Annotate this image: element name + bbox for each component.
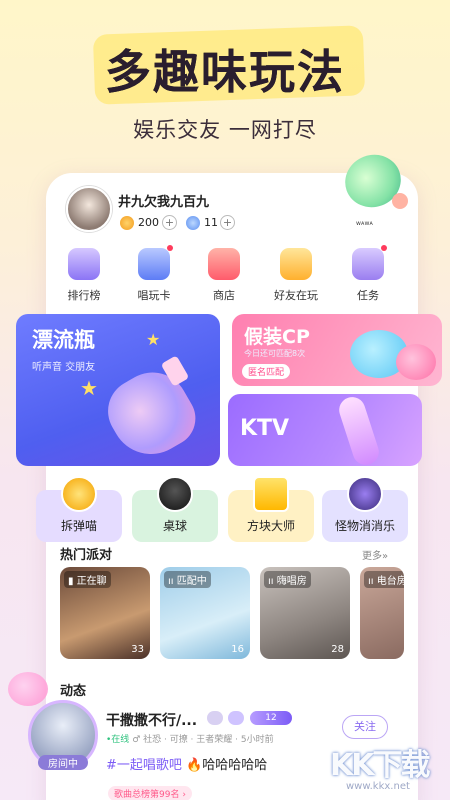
- speaker-tag: ᴡᴀᴡᴀ: [356, 220, 373, 227]
- star-icon: ★: [80, 376, 98, 400]
- hashtag-link[interactable]: #一起唱歌吧: [106, 758, 182, 773]
- watermark-url: www.kkx.net: [346, 781, 410, 792]
- room-count: 28: [331, 644, 344, 655]
- ktv-card[interactable]: KTV: [228, 394, 422, 466]
- heart-icon: [396, 344, 436, 380]
- room-card[interactable]: ▮ 正在聊 33: [60, 567, 150, 659]
- room-count: 33: [131, 644, 144, 655]
- anonymous-match-badge[interactable]: 匿名匹配: [242, 364, 291, 379]
- nav-item-ranking[interactable]: 排行榜: [56, 248, 112, 303]
- game-label: 方块大师: [246, 519, 295, 533]
- card-icon: [138, 245, 173, 280]
- feed-title: 动态: [60, 684, 87, 699]
- notification-dot: [381, 245, 387, 251]
- room-status: ıı 匹配中: [164, 571, 211, 588]
- room-status: ▮ 正在聊: [64, 571, 111, 588]
- nav-item-shop[interactable]: 商店: [196, 248, 252, 303]
- bomb-cat-icon: [61, 476, 97, 512]
- ktv-title: KTV: [240, 416, 290, 441]
- nav-item-card[interactable]: 唱玩卡: [126, 245, 182, 303]
- game-monster-match[interactable]: 怪物消消乐: [322, 476, 408, 542]
- username: 井九欠我九百九: [118, 195, 210, 210]
- level-badge: 12: [250, 711, 292, 725]
- block-icon: [253, 476, 289, 512]
- feed-username[interactable]: 干撒撒不行/...: [106, 710, 197, 730]
- game-label: 怪物消消乐: [334, 519, 395, 533]
- in-room-badge: 房间中: [38, 755, 88, 770]
- feed-post-text: 🔥哈哈哈哈哈: [186, 758, 268, 773]
- coin-icon: [120, 216, 134, 230]
- bottle-icon: [96, 359, 206, 466]
- notification-dot: [167, 245, 173, 251]
- follow-button[interactable]: 关注: [342, 715, 388, 739]
- task-icon: [352, 245, 387, 280]
- fake-cp-subtitle: 今日还可匹配8次: [244, 349, 306, 358]
- add-coins-button[interactable]: +: [162, 215, 177, 230]
- drift-bottle-title: 漂流瓶: [32, 328, 95, 352]
- room-status: ıı 电台房: [364, 571, 404, 588]
- gift-shop-icon: [208, 248, 240, 280]
- room-status: ıı 嗨唱房: [264, 571, 311, 588]
- gem-count: 11: [204, 216, 218, 229]
- feed-meta-details: ♂ 社恐 · 可撩 · 王者荣耀 · 5小时前: [132, 735, 274, 745]
- speaker-badge-icon: [392, 193, 408, 209]
- nav-item-friends[interactable]: 好友在玩: [268, 248, 324, 303]
- feed-text: #一起唱歌吧 🔥哈哈哈哈哈: [106, 754, 267, 773]
- room-card[interactable]: ıı 嗨唱房 28: [260, 567, 350, 659]
- hero-subtitle: 娱乐交友 一网打尽: [133, 118, 317, 142]
- gem-icon: [186, 216, 200, 230]
- friends-icon: [280, 248, 312, 280]
- game-billiards[interactable]: 桌球: [132, 476, 218, 542]
- fake-cp-card[interactable]: 假装CP 今日还可匹配8次 匿名匹配: [232, 314, 442, 386]
- drift-bottle-card[interactable]: 漂流瓶 听声音 交朋友 ★ ★: [16, 314, 220, 466]
- star-icon: ★: [146, 330, 161, 349]
- game-bomb-cat[interactable]: 拆弹喵: [36, 476, 122, 542]
- room-card[interactable]: ıı 匹配中 16: [160, 567, 250, 659]
- drift-bottle-subtitle: 听声音 交朋友: [32, 362, 96, 373]
- fake-cp-title: 假装CP: [244, 326, 310, 348]
- user-avatar[interactable]: [66, 186, 112, 232]
- nav-label: 唱玩卡: [137, 289, 171, 302]
- room-count: 16: [231, 644, 244, 655]
- more-link[interactable]: 更多»: [362, 547, 388, 562]
- room-card[interactable]: ıı 电台房: [360, 567, 404, 659]
- microphone-icon: [335, 394, 383, 466]
- feed-meta: •在线 ♂ 社恐 · 可撩 · 王者荣耀 · 5小时前: [106, 732, 274, 745]
- watermark-logo: KK下载: [330, 748, 430, 783]
- rank-badge-icon: [207, 711, 223, 725]
- nav-label: 任务: [357, 289, 379, 302]
- online-status: •在线: [106, 735, 130, 745]
- song-rank-pill[interactable]: 歌曲总榜第99名 ›: [108, 786, 192, 800]
- add-gems-button[interactable]: +: [220, 215, 235, 230]
- monster-icon: [347, 476, 383, 512]
- eight-ball-icon: [157, 476, 193, 512]
- nav-label: 排行榜: [67, 289, 101, 302]
- nav-label: 商店: [213, 289, 235, 302]
- game-label: 拆弹喵: [60, 519, 97, 533]
- game-block-master[interactable]: 方块大师: [228, 476, 314, 542]
- nav-label: 好友在玩: [274, 289, 318, 302]
- trophy-icon: [68, 248, 100, 280]
- hearts-decoration-icon: [8, 672, 48, 706]
- nav-item-tasks[interactable]: 任务: [340, 245, 396, 303]
- coin-count: 200: [138, 216, 159, 229]
- game-label: 桌球: [162, 519, 187, 533]
- hot-party-title: 热门派对: [60, 548, 113, 563]
- vip-badge-icon: [228, 711, 244, 725]
- hero-title: 多趣味玩法: [105, 45, 345, 99]
